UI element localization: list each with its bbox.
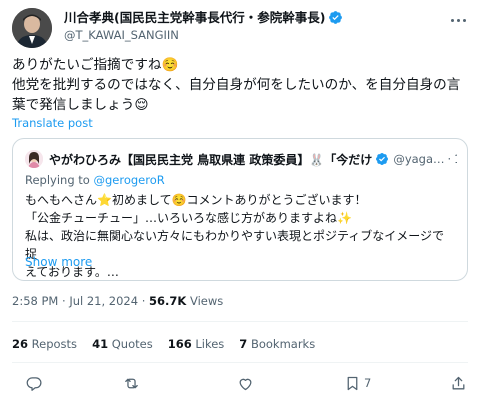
likes-stat[interactable]: 166 Likes [168,337,225,351]
repost-icon [125,378,138,388]
meta-separator: · [58,294,70,308]
quote-author-avatar [25,150,43,168]
quote-separator: · [447,152,452,166]
bookmarks-stat[interactable]: 7 Bookmarks [239,337,315,351]
quote-replying-to: Replying to @gerogeroR [25,173,165,187]
tweet-line: 葉で発信しましょう😌 [12,97,149,113]
divider [12,321,468,322]
quotes-count: 41 [92,337,109,351]
views-label: Views [186,294,224,308]
more-options-icon[interactable] [448,10,468,30]
reposts-label: Reposts [28,337,78,351]
author-avatar[interactable] [12,8,52,48]
quotes-stat[interactable]: 41 Quotes [92,337,153,351]
tweet-text: ありがたいご指摘ですね☺️ 他党を批判するのではなく、自分自身が何をしたいのか、… [12,55,468,115]
divider [12,362,468,363]
bookmark-count: 7 [364,376,372,390]
meta-separator: · [138,294,150,308]
verified-badge-icon [376,153,389,165]
verified-badge-icon [329,11,343,24]
tweet-line: ありがたいご指摘ですね☺️ [12,57,179,73]
quote-time: 12h [454,152,457,166]
share-button[interactable] [450,372,467,394]
reposts-count: 26 [12,337,29,351]
show-more-link[interactable]: Show more [25,255,92,269]
reply-icon [26,376,42,391]
tweet-meta: 2:58 PM · Jul 21, 2024 · 56.7K Views [12,294,223,308]
quote-handle: @yaga… [393,152,445,166]
quote-display-name: やがわひろみ【国民民主党 鳥取県連 政策委員】🐰「今だけ [49,152,373,167]
reply-mention-link[interactable]: @gerogeroR [94,173,165,187]
bookmarks-label: Bookmarks [247,337,316,351]
author-name-row[interactable]: 川合孝典(国民民主党幹事長代行・参院幹事長) [64,9,444,26]
tweet-line: 他党を批判するのではなく、自分自身が何をしたいのか、を自分自身の言 [12,77,461,93]
action-bar: 7 [12,372,468,394]
author-display-name[interactable]: 川合孝典(国民民主党幹事長代行・参院幹事長) [64,9,325,26]
bookmark-button[interactable]: 7 [344,372,371,394]
translate-link[interactable]: Translate post [12,116,93,130]
repost-button[interactable] [123,372,140,394]
tweet-date[interactable]: Jul 21, 2024 [69,294,138,308]
likes-count: 166 [167,337,192,351]
bookmark-icon [347,376,358,390]
quoted-tweet[interactable]: やがわひろみ【国民民主党 鳥取県連 政策委員】🐰「今だけ @yaga… · 12… [12,138,468,281]
author-handle[interactable]: @T_KAWAI_SANGIIN [64,27,444,43]
quote-header: やがわひろみ【国民民主党 鳥取県連 政策委員】🐰「今だけ @yaga… · 12… [25,149,457,169]
reply-button[interactable] [26,372,43,394]
tweet-time[interactable]: 2:58 PM [12,294,58,308]
like-button[interactable] [237,372,254,394]
quotes-label: Quotes [108,337,153,351]
quote-line: もへもへさん⭐初めまして☺️コメントありがとうございます！ [25,193,367,207]
reposts-stat[interactable]: 26 Reposts [12,337,77,351]
reply-prefix: Replying to [25,173,94,187]
share-icon [452,376,465,389]
views-count: 56.7K [149,294,187,308]
quote-line: 「公金チューチュー」…いろいろな感じ方がありますよね✨ [25,211,352,225]
engagement-stats: 26 Reposts 41 Quotes 166 Likes 7 Bookmar… [12,337,315,351]
tweet-header: 川合孝典(国民民主党幹事長代行・参院幹事長) @T_KAWAI_SANGIIN [12,8,468,48]
likes-label: Likes [191,337,225,351]
heart-icon [239,378,252,390]
